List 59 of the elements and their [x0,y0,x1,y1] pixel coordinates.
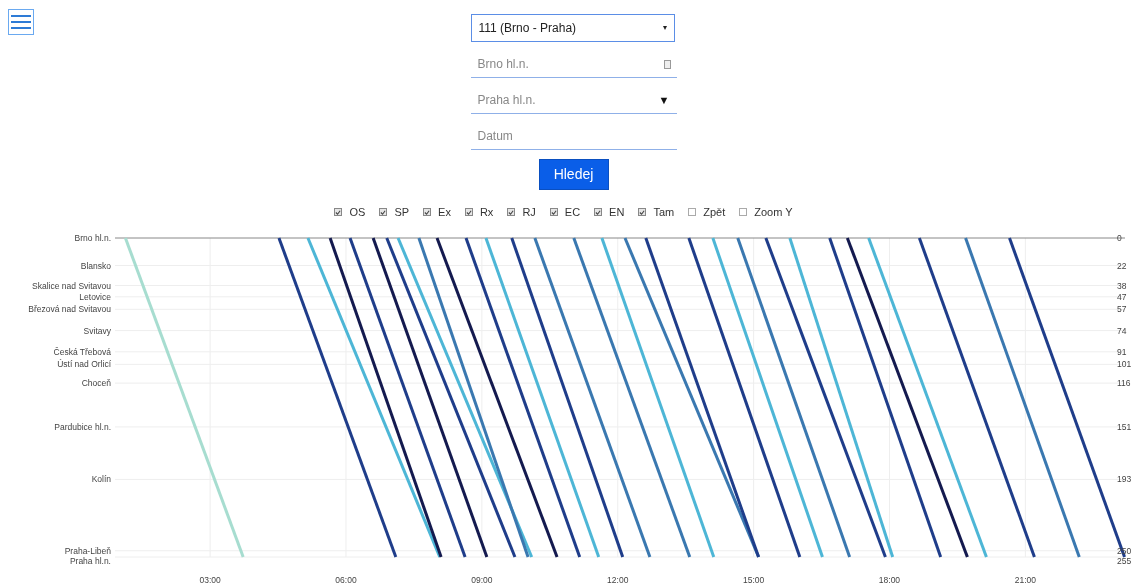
filter-checkbox[interactable] [549,208,558,217]
distance-label: 47 [1117,291,1127,302]
time-label: 15:00 [742,575,765,585]
station-label: Brno hl.n. [74,233,111,243]
station-label: Praha hl.n. [69,556,111,566]
filter-checkbox[interactable] [507,208,516,217]
distance-label: 57 [1117,304,1127,315]
filter-checkbox[interactable] [688,208,697,217]
filter-label: Ex [438,205,451,220]
distance-label: 255 [1117,556,1132,566]
filter-label: Zoom Y [754,205,793,220]
station-label: Skalice nad Svitavou [32,280,111,291]
time-label: 12:00 [607,575,629,585]
station-label: Praha-Libeň [64,545,111,556]
filter-label: SP [394,205,410,220]
filter-label: Zpět [703,205,726,220]
station-label: Ústí nad Orlicí [57,359,111,370]
station-label: Kolín [91,474,111,485]
filter-label: EC [564,205,581,220]
station-label: Česká Třebová [53,346,111,357]
filter-label: Rx [479,205,494,220]
distance-label: 22 [1117,260,1127,271]
distance-label: 74 [1117,325,1127,336]
dropdown-arrow: ▼ [658,93,670,108]
filter-label: OS [349,205,366,220]
date-field[interactable]: Datum [470,122,677,150]
distance-label: 116 [1117,378,1131,389]
time-label: 21:00 [1014,575,1036,585]
time-label: 09:00 [471,575,493,585]
station-label: Svitavy [83,325,111,336]
time-label: 18:00 [878,575,901,585]
station-label: Choceň [81,378,111,389]
distance-label: 151 [1117,421,1132,432]
filter-checkbox[interactable] [464,208,473,217]
filter-label: EN [609,205,625,220]
dropdown-icon [662,26,667,30]
station-label: Blansko [80,260,111,271]
filter-checkbox[interactable] [423,208,432,217]
distance-label: 0 [1117,233,1122,243]
distance-label: 38 [1117,280,1127,291]
distance-label: 193 [1117,474,1132,485]
menu-button[interactable] [8,9,34,35]
station-label: Březová nad Svitavou [28,304,111,315]
search-button[interactable]: Hledej [538,159,609,190]
filter-checkbox[interactable] [594,208,603,217]
station-label: Pardubice hl.n. [54,421,111,432]
filter-checkbox[interactable] [739,208,748,217]
filter-checkbox[interactable] [379,208,388,217]
distance-label: 101 [1117,359,1132,370]
filter-label: RJ [522,205,536,220]
spinner-icon [663,60,671,69]
filter-checkbox[interactable] [638,208,647,217]
distance-label: 91 [1117,346,1127,357]
filter-label: Tam [653,205,675,220]
time-label: 03:00 [199,575,221,585]
filter-checkbox[interactable] [334,208,343,217]
time-label: 06:00 [335,575,357,585]
station-label: Letovice [79,291,111,302]
route-select[interactable]: 111 (Brno - Praha) [470,14,675,42]
